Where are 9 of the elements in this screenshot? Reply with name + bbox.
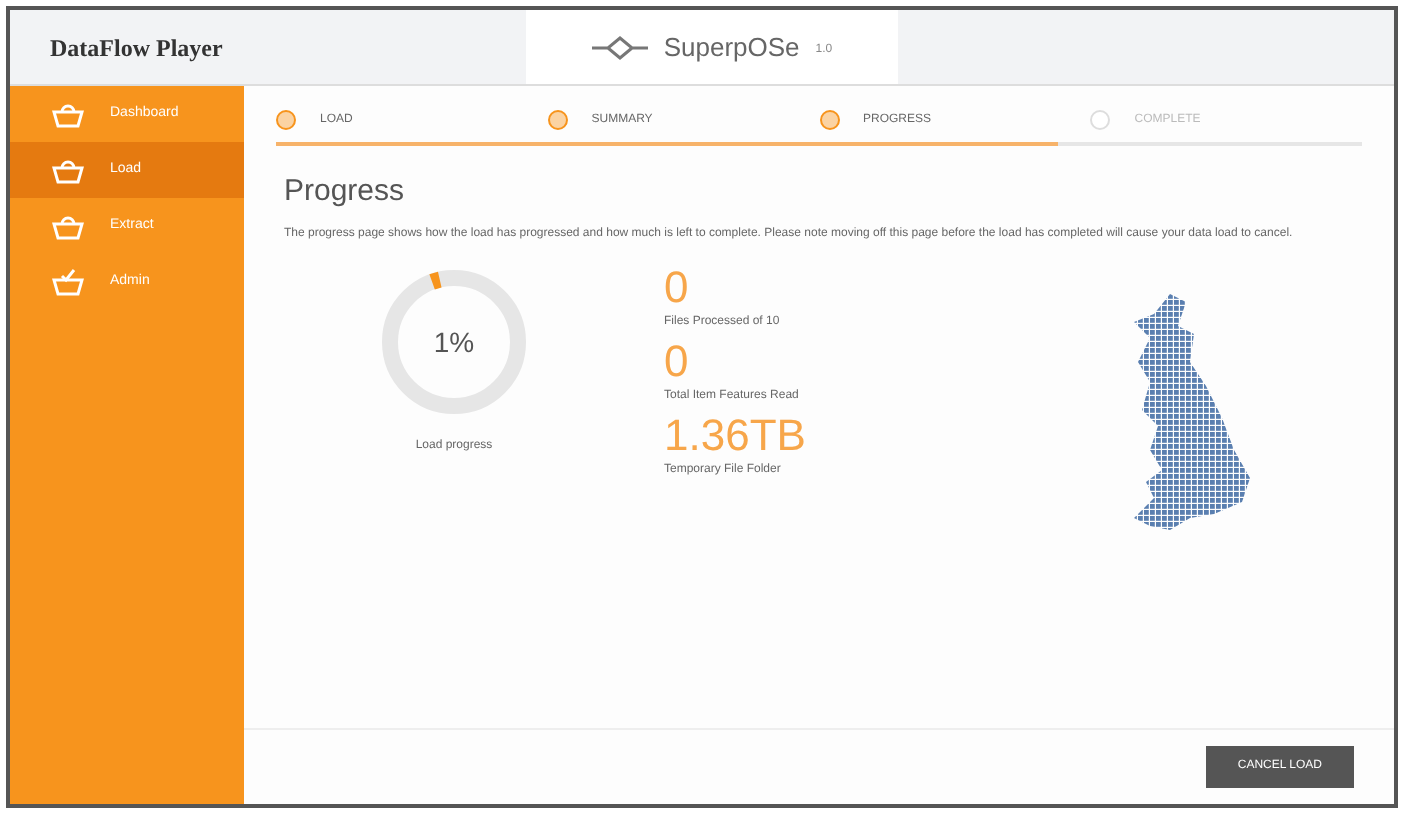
stat-value: 0 — [664, 335, 691, 387]
logo-text: SuperpOSe — [663, 29, 800, 66]
page-title: Progress — [284, 172, 407, 212]
app-title: DataFlow Player — [50, 31, 223, 65]
logo-icon — [591, 35, 648, 59]
stat-value: 0 — [664, 261, 691, 313]
stat-value: 1.36TB — [664, 409, 806, 461]
progress-percent: 1% — [433, 325, 475, 357]
basket-icon — [50, 266, 86, 298]
